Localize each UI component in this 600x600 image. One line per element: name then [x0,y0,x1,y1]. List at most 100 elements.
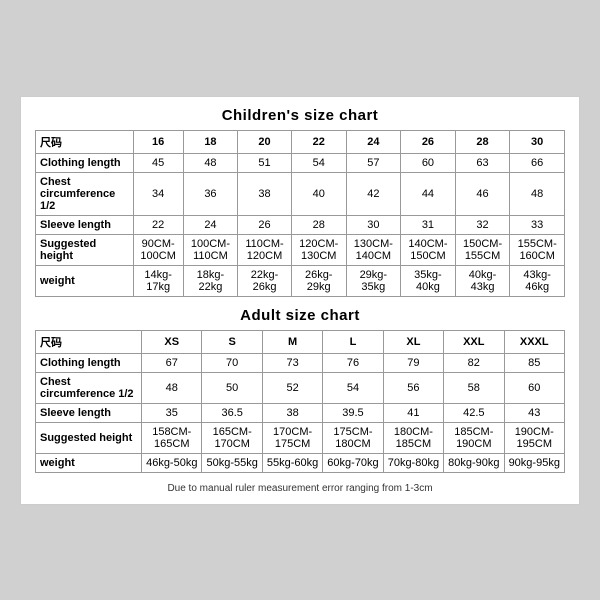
children-cell-3-4: 130CM-140CM [346,234,401,265]
children-header-7: 28 [455,130,510,153]
adult-cell-1-1: 50 [202,372,262,403]
children-row-1: Chest circumference 1/23436384042444648 [36,172,565,215]
adult-cell-2-0: 35 [142,403,202,422]
children-cell-2-6: 32 [455,215,510,234]
adult-cell-1-5: 58 [444,372,504,403]
adult-row-label-3: Suggested height [36,422,142,453]
adult-cell-0-0: 67 [142,353,202,372]
children-cell-2-3: 28 [291,215,346,234]
adult-header-1: XS [142,330,202,353]
adult-cell-3-6: 190CM-195CM [504,422,565,453]
adult-cell-3-4: 180CM-185CM [383,422,443,453]
children-cell-2-4: 30 [346,215,401,234]
adult-cell-4-3: 60kg-70kg [323,453,383,472]
children-row-label-4: weight [36,265,134,296]
adult-cell-2-3: 39.5 [323,403,383,422]
children-cell-4-0: 14kg-17kg [133,265,183,296]
children-cell-3-5: 140CM-150CM [401,234,456,265]
adult-row-2: Sleeve length3536.53839.54142.543 [36,403,565,422]
adult-cell-2-2: 38 [262,403,322,422]
children-cell-1-1: 36 [183,172,237,215]
adult-cell-1-3: 54 [323,372,383,403]
children-cell-1-2: 38 [238,172,292,215]
children-cell-4-2: 22kg-26kg [238,265,292,296]
children-cell-1-5: 44 [401,172,456,215]
adult-cell-4-1: 50kg-55kg [202,453,262,472]
adult-header-7: XXXL [504,330,565,353]
children-table: 尺码1618202224262830 Clothing length454851… [35,130,565,297]
adult-cell-1-4: 56 [383,372,443,403]
children-header-0: 尺码 [36,130,134,153]
children-row-label-0: Clothing length [36,153,134,172]
adult-cell-0-5: 82 [444,353,504,372]
children-cell-1-4: 42 [346,172,401,215]
adult-cell-3-5: 185CM-190CM [444,422,504,453]
adult-cell-3-3: 175CM-180CM [323,422,383,453]
children-cell-3-3: 120CM-130CM [291,234,346,265]
children-cell-4-3: 26kg-29kg [291,265,346,296]
size-chart-card: Children's size chart 尺码1618202224262830… [20,96,580,505]
children-title: Children's size chart [35,107,565,124]
children-cell-0-4: 57 [346,153,401,172]
children-cell-4-1: 18kg-22kg [183,265,237,296]
children-header-3: 20 [238,130,292,153]
children-cell-4-7: 43kg-46kg [510,265,565,296]
adult-cell-2-1: 36.5 [202,403,262,422]
children-row-4: weight14kg-17kg18kg-22kg22kg-26kg26kg-29… [36,265,565,296]
adult-cell-3-2: 170CM-175CM [262,422,322,453]
children-cell-3-0: 90CM-100CM [133,234,183,265]
children-cell-1-6: 46 [455,172,510,215]
children-cell-2-1: 24 [183,215,237,234]
children-header-2: 18 [183,130,237,153]
adult-cell-0-2: 73 [262,353,322,372]
children-header-5: 24 [346,130,401,153]
children-row-label-3: Suggested height [36,234,134,265]
children-cell-3-7: 155CM-160CM [510,234,565,265]
adult-cell-4-2: 55kg-60kg [262,453,322,472]
adult-row-label-1: Chest circumference 1/2 [36,372,142,403]
children-cell-4-6: 40kg-43kg [455,265,510,296]
children-cell-2-5: 31 [401,215,456,234]
children-header-6: 26 [401,130,456,153]
children-cell-1-0: 34 [133,172,183,215]
children-cell-2-2: 26 [238,215,292,234]
children-cell-4-4: 29kg-35kg [346,265,401,296]
adult-cell-1-0: 48 [142,372,202,403]
adult-header-0: 尺码 [36,330,142,353]
adult-row-label-4: weight [36,453,142,472]
adult-row-label-0: Clothing length [36,353,142,372]
children-cell-3-2: 110CM-120CM [238,234,292,265]
adult-cell-4-6: 90kg-95kg [504,453,565,472]
adult-cell-2-4: 41 [383,403,443,422]
adult-cell-4-5: 80kg-90kg [444,453,504,472]
children-cell-0-0: 45 [133,153,183,172]
adult-cell-1-2: 52 [262,372,322,403]
children-header-4: 22 [291,130,346,153]
children-cell-0-3: 54 [291,153,346,172]
adult-header-3: M [262,330,322,353]
adult-table: 尺码XSSMLXLXXLXXXL Clothing length67707376… [35,330,565,473]
children-row-2: Sleeve length2224262830313233 [36,215,565,234]
children-cell-0-1: 48 [183,153,237,172]
children-row-label-1: Chest circumference 1/2 [36,172,134,215]
adult-row-1: Chest circumference 1/248505254565860 [36,372,565,403]
adult-row-3: Suggested height158CM-165CM165CM-170CM17… [36,422,565,453]
adult-row-label-2: Sleeve length [36,403,142,422]
adult-row-0: Clothing length67707376798285 [36,353,565,372]
adult-cell-0-3: 76 [323,353,383,372]
children-cell-3-6: 150CM-155CM [455,234,510,265]
adult-header-4: L [323,330,383,353]
adult-header-6: XXL [444,330,504,353]
adult-title: Adult size chart [35,307,565,324]
children-cell-0-6: 63 [455,153,510,172]
adult-cell-1-6: 60 [504,372,565,403]
note: Due to manual ruler measurement error ra… [35,483,565,494]
children-row-0: Clothing length4548515457606366 [36,153,565,172]
children-row-3: Suggested height90CM-100CM100CM-110CM110… [36,234,565,265]
adult-cell-2-5: 42.5 [444,403,504,422]
adult-cell-0-4: 79 [383,353,443,372]
children-cell-0-2: 51 [238,153,292,172]
adult-cell-4-4: 70kg-80kg [383,453,443,472]
children-cell-3-1: 100CM-110CM [183,234,237,265]
children-cell-0-7: 66 [510,153,565,172]
